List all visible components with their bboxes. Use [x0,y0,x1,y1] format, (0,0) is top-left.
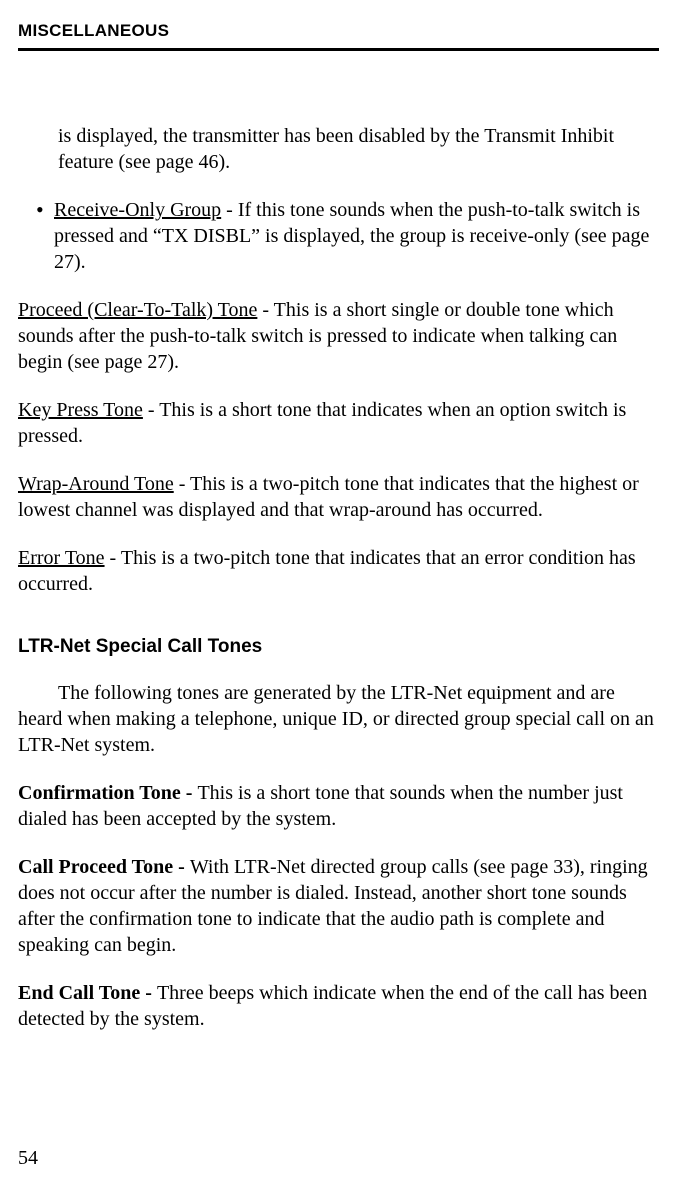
tone-proceed-label: Proceed (Clear-To-Talk) Tone [18,299,257,321]
body-content: is displayed, the transmitter has been d… [18,123,659,1032]
special-endcall-label: End Call Tone - [18,982,157,1004]
tone-error: Error Tone - This is a two-pitch tone th… [18,545,659,597]
tone-error-label: Error Tone [18,547,105,569]
page-number: 54 [18,1145,38,1171]
tone-keypress: Key Press Tone - This is a short tone th… [18,397,659,449]
bullet-icon: • [36,197,54,275]
special-confirm: Confirmation Tone - This is a short tone… [18,780,659,832]
special-confirm-label: Confirmation Tone - [18,782,197,804]
bullet-label: Receive-Only Group [54,199,221,221]
bullet-receive-only: • Receive-Only Group - If this tone soun… [18,197,659,275]
tone-wrap: Wrap-Around Tone - This is a two-pitch t… [18,471,659,523]
tone-keypress-label: Key Press Tone [18,399,143,421]
special-callproceed-label: Call Proceed Tone - [18,856,190,878]
intro-continuation: is displayed, the transmitter has been d… [18,123,659,175]
tone-wrap-label: Wrap-Around Tone [18,473,174,495]
subheading-ltr-net: LTR-Net Special Call Tones [18,635,659,660]
section-header: MISCELLANEOUS [18,0,659,51]
tone-error-text: - This is a two-pitch tone that indicate… [18,547,636,595]
special-callproceed: Call Proceed Tone - With LTR-Net directe… [18,854,659,958]
bullet-text: Receive-Only Group - If this tone sounds… [54,197,659,275]
special-endcall: End Call Tone - Three beeps which indica… [18,980,659,1032]
subintro: The following tones are generated by the… [18,680,659,758]
tone-proceed: Proceed (Clear-To-Talk) Tone - This is a… [18,297,659,375]
